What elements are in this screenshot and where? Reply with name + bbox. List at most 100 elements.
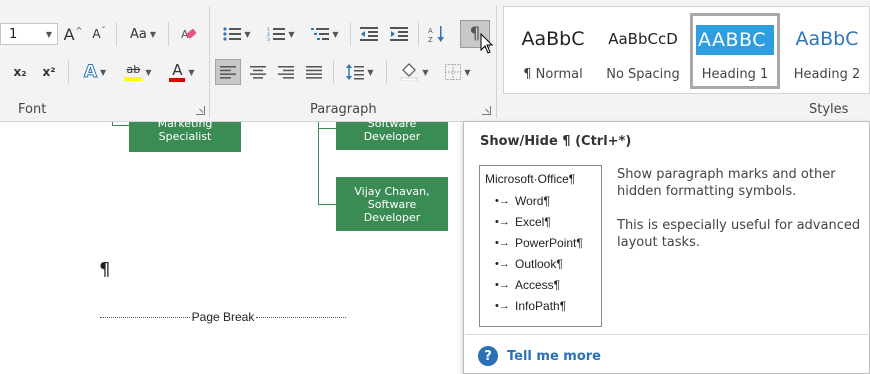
chevron-down-icon: ▼ bbox=[244, 29, 251, 39]
font-dialog-launcher-icon[interactable] bbox=[196, 106, 205, 115]
font-color-label: A bbox=[172, 60, 183, 79]
org-chart-box-developer[interactable]: Software Developer bbox=[336, 117, 448, 150]
increase-indent-button[interactable] bbox=[386, 23, 412, 45]
org-chart-box-marketing[interactable]: Marketing Specialist bbox=[129, 117, 241, 152]
page-break[interactable]: Page Break bbox=[100, 310, 346, 324]
decrease-indent-icon bbox=[360, 27, 378, 41]
tell-me-more-link[interactable]: ? Tell me more bbox=[478, 346, 601, 366]
align-right-button[interactable] bbox=[273, 60, 299, 84]
font-color-icon: A bbox=[169, 60, 186, 82]
shading-button[interactable]: ▼ bbox=[394, 60, 434, 84]
org-connector bbox=[318, 204, 336, 205]
divider bbox=[68, 60, 69, 84]
line-spacing-button[interactable]: ▼ bbox=[340, 60, 380, 84]
decrease-indent-button[interactable] bbox=[356, 23, 382, 45]
increase-indent-icon bbox=[390, 27, 408, 41]
chevron-down-icon: ▼ bbox=[422, 67, 429, 77]
chevron-down-icon: ▼ bbox=[288, 29, 295, 39]
borders-button[interactable]: ▼ bbox=[438, 60, 478, 84]
preview-item-label: Word¶ bbox=[515, 193, 550, 208]
font-color-button[interactable]: A ▼ bbox=[162, 61, 202, 83]
tooltip-description: Show paragraph marks and other hidden fo… bbox=[617, 166, 862, 268]
org-connector bbox=[318, 128, 336, 129]
org-box-role: Software Developer bbox=[363, 197, 421, 224]
style-heading-1[interactable]: AABBC Heading 1 bbox=[690, 13, 780, 89]
svg-text:Z: Z bbox=[428, 36, 433, 43]
caret-down-icon: ˇ bbox=[101, 25, 106, 35]
org-box-text: Software Developer bbox=[363, 117, 421, 143]
preview-item-label: PowerPoint¶ bbox=[515, 235, 583, 250]
font-color-bar bbox=[169, 77, 186, 82]
sort-az-icon: A Z bbox=[428, 26, 444, 43]
shrink-font-button[interactable]: Aˇ bbox=[88, 23, 110, 45]
pilcrow-icon: ¶ bbox=[469, 24, 481, 44]
page-break-label: Page Break bbox=[191, 310, 255, 324]
style-no-spacing[interactable]: AaBbCcD No Spacing bbox=[598, 13, 688, 89]
org-connector bbox=[318, 122, 319, 204]
bullet-arrow-icon: •→ bbox=[495, 257, 510, 270]
numbering-button[interactable]: 1 2 3 ▼ bbox=[260, 23, 302, 45]
superscript-button[interactable]: x² bbox=[37, 61, 61, 83]
divider bbox=[418, 22, 419, 46]
text-effects-icon: A bbox=[83, 62, 97, 83]
style-heading-2[interactable]: AaBbC Heading 2 bbox=[782, 13, 870, 89]
chevron-down-icon: ▼ bbox=[149, 29, 156, 39]
multilevel-list-button[interactable]: ▼ bbox=[304, 23, 346, 45]
tooltip-desc-line1: Show paragraph marks and other hidden fo… bbox=[617, 167, 836, 199]
preview-heading: Microsoft·Office¶ bbox=[485, 172, 576, 186]
style-name: Heading 1 bbox=[701, 67, 769, 82]
page-break-dots bbox=[256, 316, 346, 318]
style-name: Heading 2 bbox=[793, 67, 861, 82]
highlighter-icon: ab bbox=[124, 62, 143, 81]
chevron-down-icon[interactable]: ▼ bbox=[41, 30, 57, 39]
preview-item-label: Access¶ bbox=[515, 277, 561, 292]
align-left-button[interactable] bbox=[215, 59, 241, 85]
preview-item: •→ Excel¶ bbox=[485, 211, 601, 232]
help-icon: ? bbox=[478, 346, 498, 366]
grow-font-button[interactable]: A ^ bbox=[62, 23, 84, 45]
paragraph-dialog-launcher-icon[interactable] bbox=[482, 106, 491, 115]
svg-text:3: 3 bbox=[267, 37, 270, 41]
multilevel-list-icon bbox=[311, 28, 330, 40]
preview-item: •→ InfoPath¶ bbox=[485, 295, 601, 316]
clear-formatting-button[interactable]: A bbox=[176, 23, 202, 45]
style-preview: AaBbCcD bbox=[608, 30, 678, 48]
org-chart-box-vijay[interactable]: Vijay Chavan, Software Developer bbox=[336, 177, 448, 231]
divider bbox=[386, 60, 387, 84]
chevron-down-icon: ▼ bbox=[188, 67, 195, 77]
style-normal[interactable]: AaBbC ¶ Normal bbox=[508, 13, 598, 89]
highlight-label: ab bbox=[126, 62, 141, 76]
paragraph-group-label: Paragraph bbox=[310, 102, 377, 117]
style-preview: AaBbC bbox=[521, 28, 585, 50]
org-box-text: Marketing Specialist bbox=[157, 117, 213, 143]
bullets-button[interactable]: ▼ bbox=[216, 23, 258, 45]
styles-gallery: AaBbC ¶ Normal AaBbCcD No Spacing AABBC … bbox=[503, 6, 870, 94]
align-center-button[interactable] bbox=[245, 60, 271, 84]
borders-icon bbox=[445, 64, 462, 80]
subscript-button[interactable]: x₂ bbox=[8, 61, 32, 83]
bullet-arrow-icon: •→ bbox=[495, 236, 510, 249]
justify-icon bbox=[306, 65, 322, 79]
preview-item-label: InfoPath¶ bbox=[515, 298, 567, 313]
change-case-button[interactable]: Aa ▼ bbox=[122, 23, 164, 45]
subscript-label: x₂ bbox=[13, 65, 27, 79]
chevron-down-icon: ▼ bbox=[145, 67, 152, 77]
preview-item: •→ PowerPoint¶ bbox=[485, 232, 601, 253]
sort-button[interactable]: A Z bbox=[424, 23, 450, 45]
group-divider bbox=[209, 6, 210, 118]
tell-me-more-label: Tell me more bbox=[507, 348, 601, 364]
bullet-arrow-icon: •→ bbox=[495, 299, 510, 312]
font-size-combobox[interactable]: 1 ▼ bbox=[0, 23, 58, 45]
bullet-arrow-icon: •→ bbox=[495, 215, 510, 228]
org-box-name: Vijay Chavan, bbox=[354, 184, 430, 198]
tooltip-desc-line2: This is especially useful for advanced l… bbox=[617, 218, 861, 250]
justify-button[interactable] bbox=[301, 60, 327, 84]
show-hide-tooltip: Show/Hide ¶ (Ctrl+*) Microsoft·Office¶ •… bbox=[463, 121, 870, 374]
bullet-list-icon bbox=[223, 27, 242, 41]
eraser-icon: A bbox=[181, 28, 197, 41]
grow-font-label: A bbox=[63, 24, 75, 44]
bullet-arrow-icon: •→ bbox=[495, 194, 510, 207]
text-highlight-button[interactable]: ab ▼ bbox=[118, 61, 158, 83]
tooltip-title: Show/Hide ¶ (Ctrl+*) bbox=[480, 134, 632, 149]
text-effects-button[interactable]: A ▼ bbox=[76, 61, 114, 83]
